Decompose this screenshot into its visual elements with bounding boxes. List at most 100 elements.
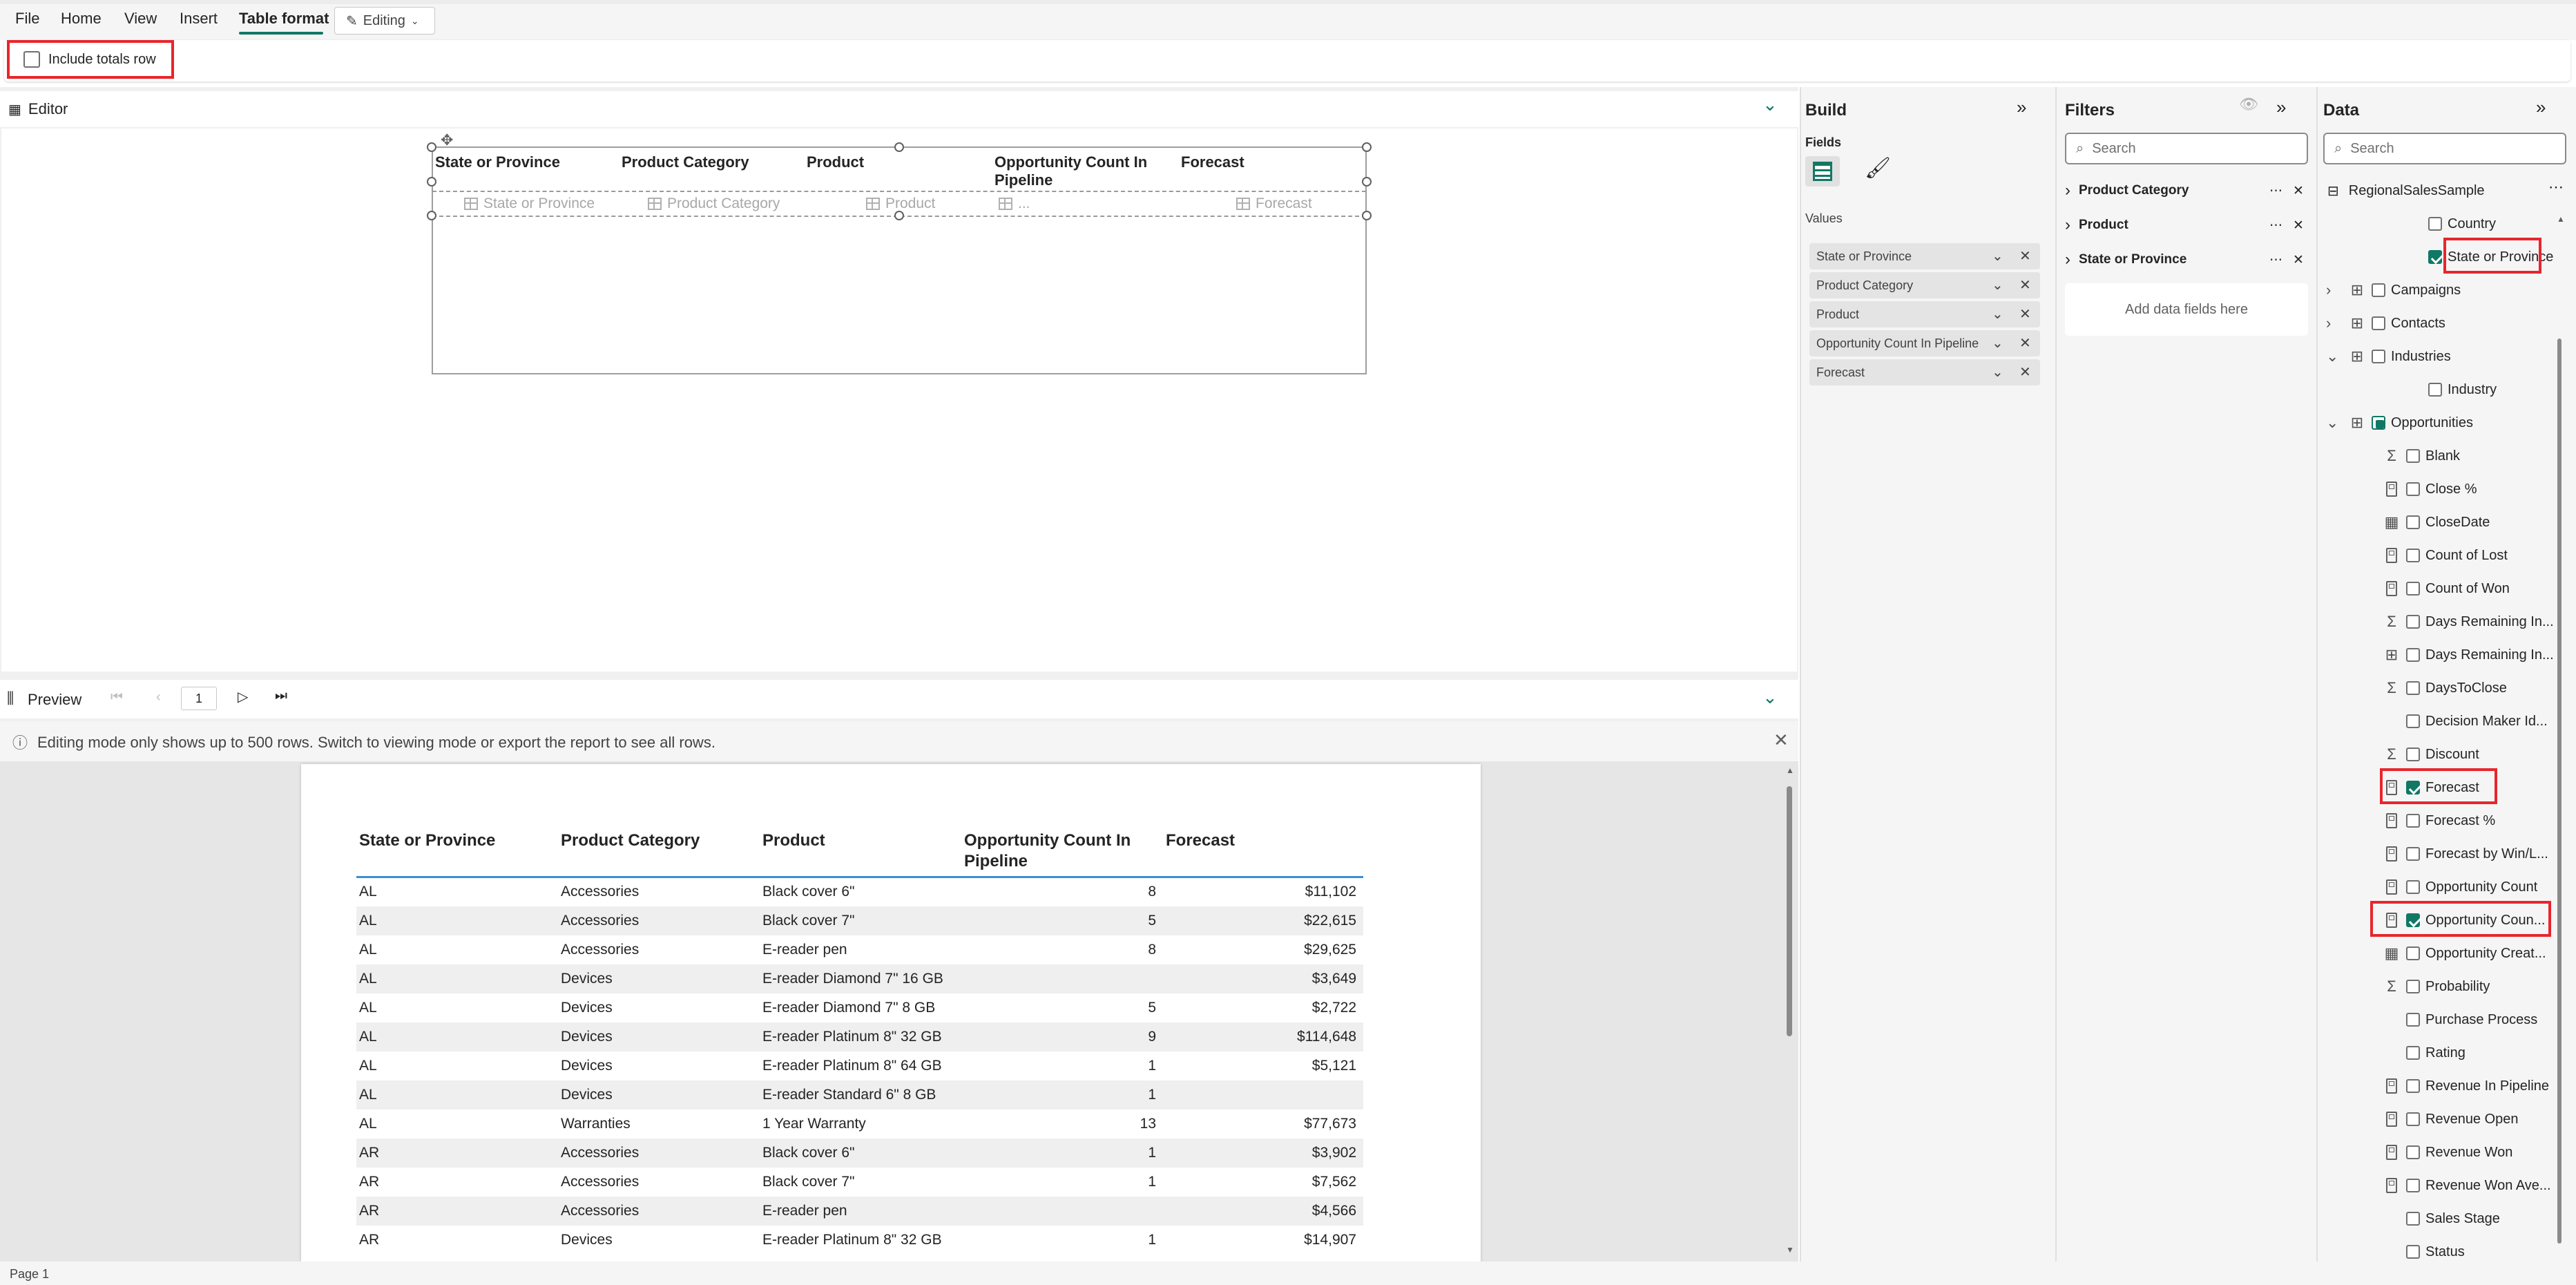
field-row[interactable]: Purchase Process: [2361, 1003, 2555, 1036]
more-options-icon[interactable]: ⋯: [2548, 178, 2564, 196]
field-checkbox[interactable]: [2406, 482, 2420, 496]
field-row[interactable]: Close %: [2361, 473, 2555, 506]
resize-handle[interactable]: [427, 211, 436, 220]
field-checkbox[interactable]: [2406, 681, 2420, 695]
collapse-build-icon[interactable]: »: [2017, 97, 2026, 118]
next-page-icon[interactable]: ▷: [238, 688, 248, 705]
field-row[interactable]: Σ Days Remaining In...: [2361, 605, 2555, 638]
preview-column-header[interactable]: Product Category: [558, 826, 760, 878]
field-row[interactable]: Status: [2361, 1235, 2555, 1268]
table-visual-type[interactable]: [1805, 156, 1840, 187]
more-options-icon[interactable]: ⋯: [2269, 252, 2282, 268]
chevron-down-icon[interactable]: ⌄: [1992, 334, 2003, 352]
value-field-pill[interactable]: Opportunity Count In Pipeline ⌄ ✕: [1809, 330, 2040, 356]
move-handle-icon[interactable]: ✥: [441, 131, 453, 149]
field-row[interactable]: › ⊞ Contacts: [2326, 307, 2554, 340]
menu-home[interactable]: Home: [61, 10, 102, 28]
field-row[interactable]: Forecast by Win/L...: [2361, 837, 2555, 870]
field-row[interactable]: Forecast %: [2361, 804, 2555, 837]
resize-handle[interactable]: [1362, 177, 1372, 187]
editor-column-header[interactable]: Forecast: [1181, 153, 1244, 171]
filter-card[interactable]: › State or Province ⋯ ✕: [2065, 245, 2308, 275]
remove-field-icon[interactable]: ✕: [2019, 334, 2031, 352]
field-checkbox[interactable]: [2372, 416, 2385, 430]
semantic-model-row[interactable]: ⊟ RegionalSalesSample: [2327, 174, 2576, 207]
preview-column-header[interactable]: Forecast: [1163, 826, 1363, 878]
value-field-pill[interactable]: Product ⌄ ✕: [1809, 301, 2040, 327]
field-row[interactable]: Rating: [2361, 1036, 2555, 1069]
field-row[interactable]: Σ Probability: [2361, 970, 2555, 1003]
chevron-down-icon[interactable]: ⌄: [2326, 348, 2347, 365]
fields-tab[interactable]: Fields: [1805, 135, 1841, 150]
field-row[interactable]: Revenue Won Ave...: [2361, 1169, 2555, 1202]
preview-scrollbar[interactable]: ▲ ▼: [1785, 765, 1794, 1260]
field-row[interactable]: › ⊞ Campaigns: [2326, 274, 2554, 307]
preview-column-header[interactable]: Opportunity Count In Pipeline: [961, 826, 1163, 878]
field-checkbox[interactable]: [2406, 515, 2420, 529]
chevron-right-icon[interactable]: ›: [2326, 281, 2347, 299]
chevron-down-icon[interactable]: ⌄: [2326, 414, 2347, 432]
value-field-pill[interactable]: Product Category ⌄ ✕: [1809, 272, 2040, 298]
field-checkbox[interactable]: [2406, 814, 2420, 828]
chevron-right-icon[interactable]: ›: [2065, 181, 2070, 200]
menu-view[interactable]: View: [124, 10, 157, 28]
more-options-icon[interactable]: ⋯: [2269, 183, 2282, 199]
field-row[interactable]: ⌄ ⊞ Opportunities: [2326, 406, 2554, 439]
remove-field-icon[interactable]: ✕: [2019, 247, 2031, 265]
field-checkbox[interactable]: [2406, 1212, 2420, 1226]
field-row[interactable]: ⌄ ⊞ Industries: [2326, 340, 2554, 373]
editor-column-header[interactable]: State or Province: [435, 153, 560, 171]
field-checkbox[interactable]: [2406, 748, 2420, 761]
field-row[interactable]: Revenue Won: [2361, 1136, 2555, 1169]
resize-handle[interactable]: [894, 211, 904, 220]
resize-handle[interactable]: [1362, 211, 1372, 220]
field-row[interactable]: Σ DaysToClose: [2361, 672, 2555, 705]
preview-column-header[interactable]: Product: [760, 826, 961, 878]
editor-column-header[interactable]: Opportunity Count In Pipeline: [994, 153, 1174, 189]
resize-handle[interactable]: [427, 177, 436, 187]
collapse-preview-icon[interactable]: ⌄: [1762, 687, 1778, 708]
field-checkbox[interactable]: [2428, 217, 2442, 231]
field-checkbox[interactable]: [2406, 1013, 2420, 1027]
filter-card[interactable]: › Product ⋯ ✕: [2065, 210, 2308, 240]
hide-filters-icon[interactable]: 👁: [2239, 95, 2258, 113]
field-row[interactable]: ▦ Opportunity Creat...: [2361, 937, 2555, 970]
editing-mode-button[interactable]: ✎ Editing ⌄: [334, 7, 435, 35]
value-field-pill[interactable]: State or Province ⌄ ✕: [1809, 243, 2040, 269]
resize-handle[interactable]: [894, 142, 904, 152]
scroll-up-icon[interactable]: ▲: [2557, 214, 2565, 224]
chevron-right-icon[interactable]: ›: [2065, 216, 2070, 235]
field-checkbox[interactable]: [2406, 549, 2420, 562]
remove-filter-icon[interactable]: ✕: [2293, 183, 2304, 199]
add-data-fields-dropzone[interactable]: Add data fields here: [2065, 283, 2308, 336]
page-number-input[interactable]: 1: [181, 687, 217, 710]
field-checkbox[interactable]: [2406, 980, 2420, 993]
close-notice-icon[interactable]: ✕: [1774, 730, 1789, 751]
chevron-right-icon[interactable]: ›: [2065, 250, 2070, 269]
field-checkbox[interactable]: [2406, 1079, 2420, 1093]
field-checkbox[interactable]: [2406, 1179, 2420, 1192]
menu-file[interactable]: File: [15, 10, 39, 28]
field-checkbox[interactable]: [2406, 1245, 2420, 1259]
scroll-down-icon[interactable]: ▼: [1786, 1245, 1794, 1255]
editor-column-header[interactable]: Product Category: [622, 153, 749, 171]
editor-field-slot[interactable]: State or Province: [464, 196, 595, 212]
collapse-filters-icon[interactable]: »: [2276, 97, 2286, 118]
last-page-icon[interactable]: ⏭: [275, 688, 287, 704]
field-row[interactable]: Industry: [2383, 373, 2555, 406]
resize-handle[interactable]: [1362, 142, 1372, 152]
field-checkbox[interactable]: [2372, 283, 2385, 297]
chevron-down-icon[interactable]: ⌄: [1992, 247, 2003, 265]
table-visual[interactable]: [432, 146, 1367, 374]
menu-insert[interactable]: Insert: [180, 10, 218, 28]
first-page-icon[interactable]: ⏮: [110, 689, 123, 705]
field-checkbox[interactable]: [2406, 946, 2420, 960]
field-checkbox[interactable]: [2406, 847, 2420, 861]
scroll-up-icon[interactable]: ▲: [1786, 765, 1794, 775]
field-checkbox[interactable]: [2406, 1145, 2420, 1159]
editor-field-slot[interactable]: Forecast: [1236, 196, 1312, 212]
field-checkbox[interactable]: [2406, 449, 2420, 463]
editor-column-header[interactable]: Product: [807, 153, 864, 171]
collapse-editor-icon[interactable]: ⌄: [1762, 94, 1778, 115]
field-row[interactable]: Sales Stage: [2361, 1202, 2555, 1235]
